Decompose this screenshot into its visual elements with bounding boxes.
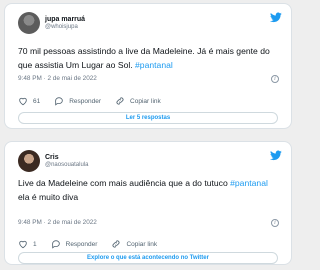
copy-link-label: Copiar link [126, 240, 158, 248]
user-handle[interactable]: @whoisjupa [45, 24, 85, 31]
tweet-card[interactable]: jupa marruá @whoisjupa 70 mil pessoas as… [4, 3, 292, 129]
tweet-text-after: ela é muito diva [18, 191, 79, 202]
tweet-text: Live da Madeleine com mais audiência que… [18, 177, 277, 204]
tweet-author[interactable]: Cris @naosouatalula [18, 150, 88, 172]
hashtag-link[interactable]: #pantanal [135, 60, 173, 70]
reply-label: Responder [65, 240, 98, 248]
tweet-actions: 61 Responder Copiar link [18, 96, 278, 106]
avatar[interactable] [18, 150, 40, 172]
like-count: 61 [33, 97, 41, 105]
link-icon [112, 240, 120, 248]
explore-twitter-button[interactable]: Explore o que está acontecendo no Twitte… [18, 252, 278, 264]
avatar[interactable] [18, 12, 40, 34]
reply-bubble-icon [55, 97, 63, 106]
like-count: 1 [33, 240, 37, 248]
info-icon[interactable]: i [271, 219, 279, 227]
twitter-bird-icon[interactable] [270, 150, 282, 161]
tweet-timestamp[interactable]: 9:48 PM · 2 de mai de 2022 [18, 219, 97, 226]
reply-bubble-icon [51, 240, 60, 249]
heart-icon [19, 240, 27, 249]
reply-label: Responder [69, 97, 102, 105]
info-icon[interactable]: i [271, 75, 279, 83]
read-replies-button[interactable]: Ler 5 respostas [18, 112, 278, 124]
copy-link-button[interactable]: Copiar link [111, 239, 157, 249]
reply-button[interactable]: Responder [54, 96, 101, 106]
link-icon [116, 97, 124, 105]
like-button[interactable]: 1 [18, 239, 37, 249]
tweet-text-main: Live da Madeleine com mais audiência que… [18, 178, 231, 188]
display-name[interactable]: Cris [45, 154, 88, 162]
hashtag-link[interactable]: #pantanal [230, 178, 268, 188]
tweet-actions: 1 Responder Copiar link [18, 239, 278, 249]
reply-button[interactable]: Responder [51, 239, 98, 249]
twitter-bird-icon[interactable] [270, 12, 282, 23]
user-handle[interactable]: @naosouatalula [45, 162, 88, 169]
heart-icon [19, 97, 27, 106]
copy-link-button[interactable]: Copiar link [115, 96, 161, 106]
tweet-timestamp[interactable]: 9:48 PM · 2 de mai de 2022 [18, 75, 97, 82]
copy-link-label: Copiar link [130, 97, 161, 105]
tweet-text: 70 mil pessoas assistindo a live da Made… [18, 45, 277, 72]
display-name[interactable]: jupa marruá [45, 16, 85, 24]
like-button[interactable]: 61 [18, 96, 40, 106]
tweet-author[interactable]: jupa marruá @whoisjupa [18, 12, 85, 34]
tweet-card[interactable]: Cris @naosouatalula Live da Madeleine co… [4, 141, 292, 265]
